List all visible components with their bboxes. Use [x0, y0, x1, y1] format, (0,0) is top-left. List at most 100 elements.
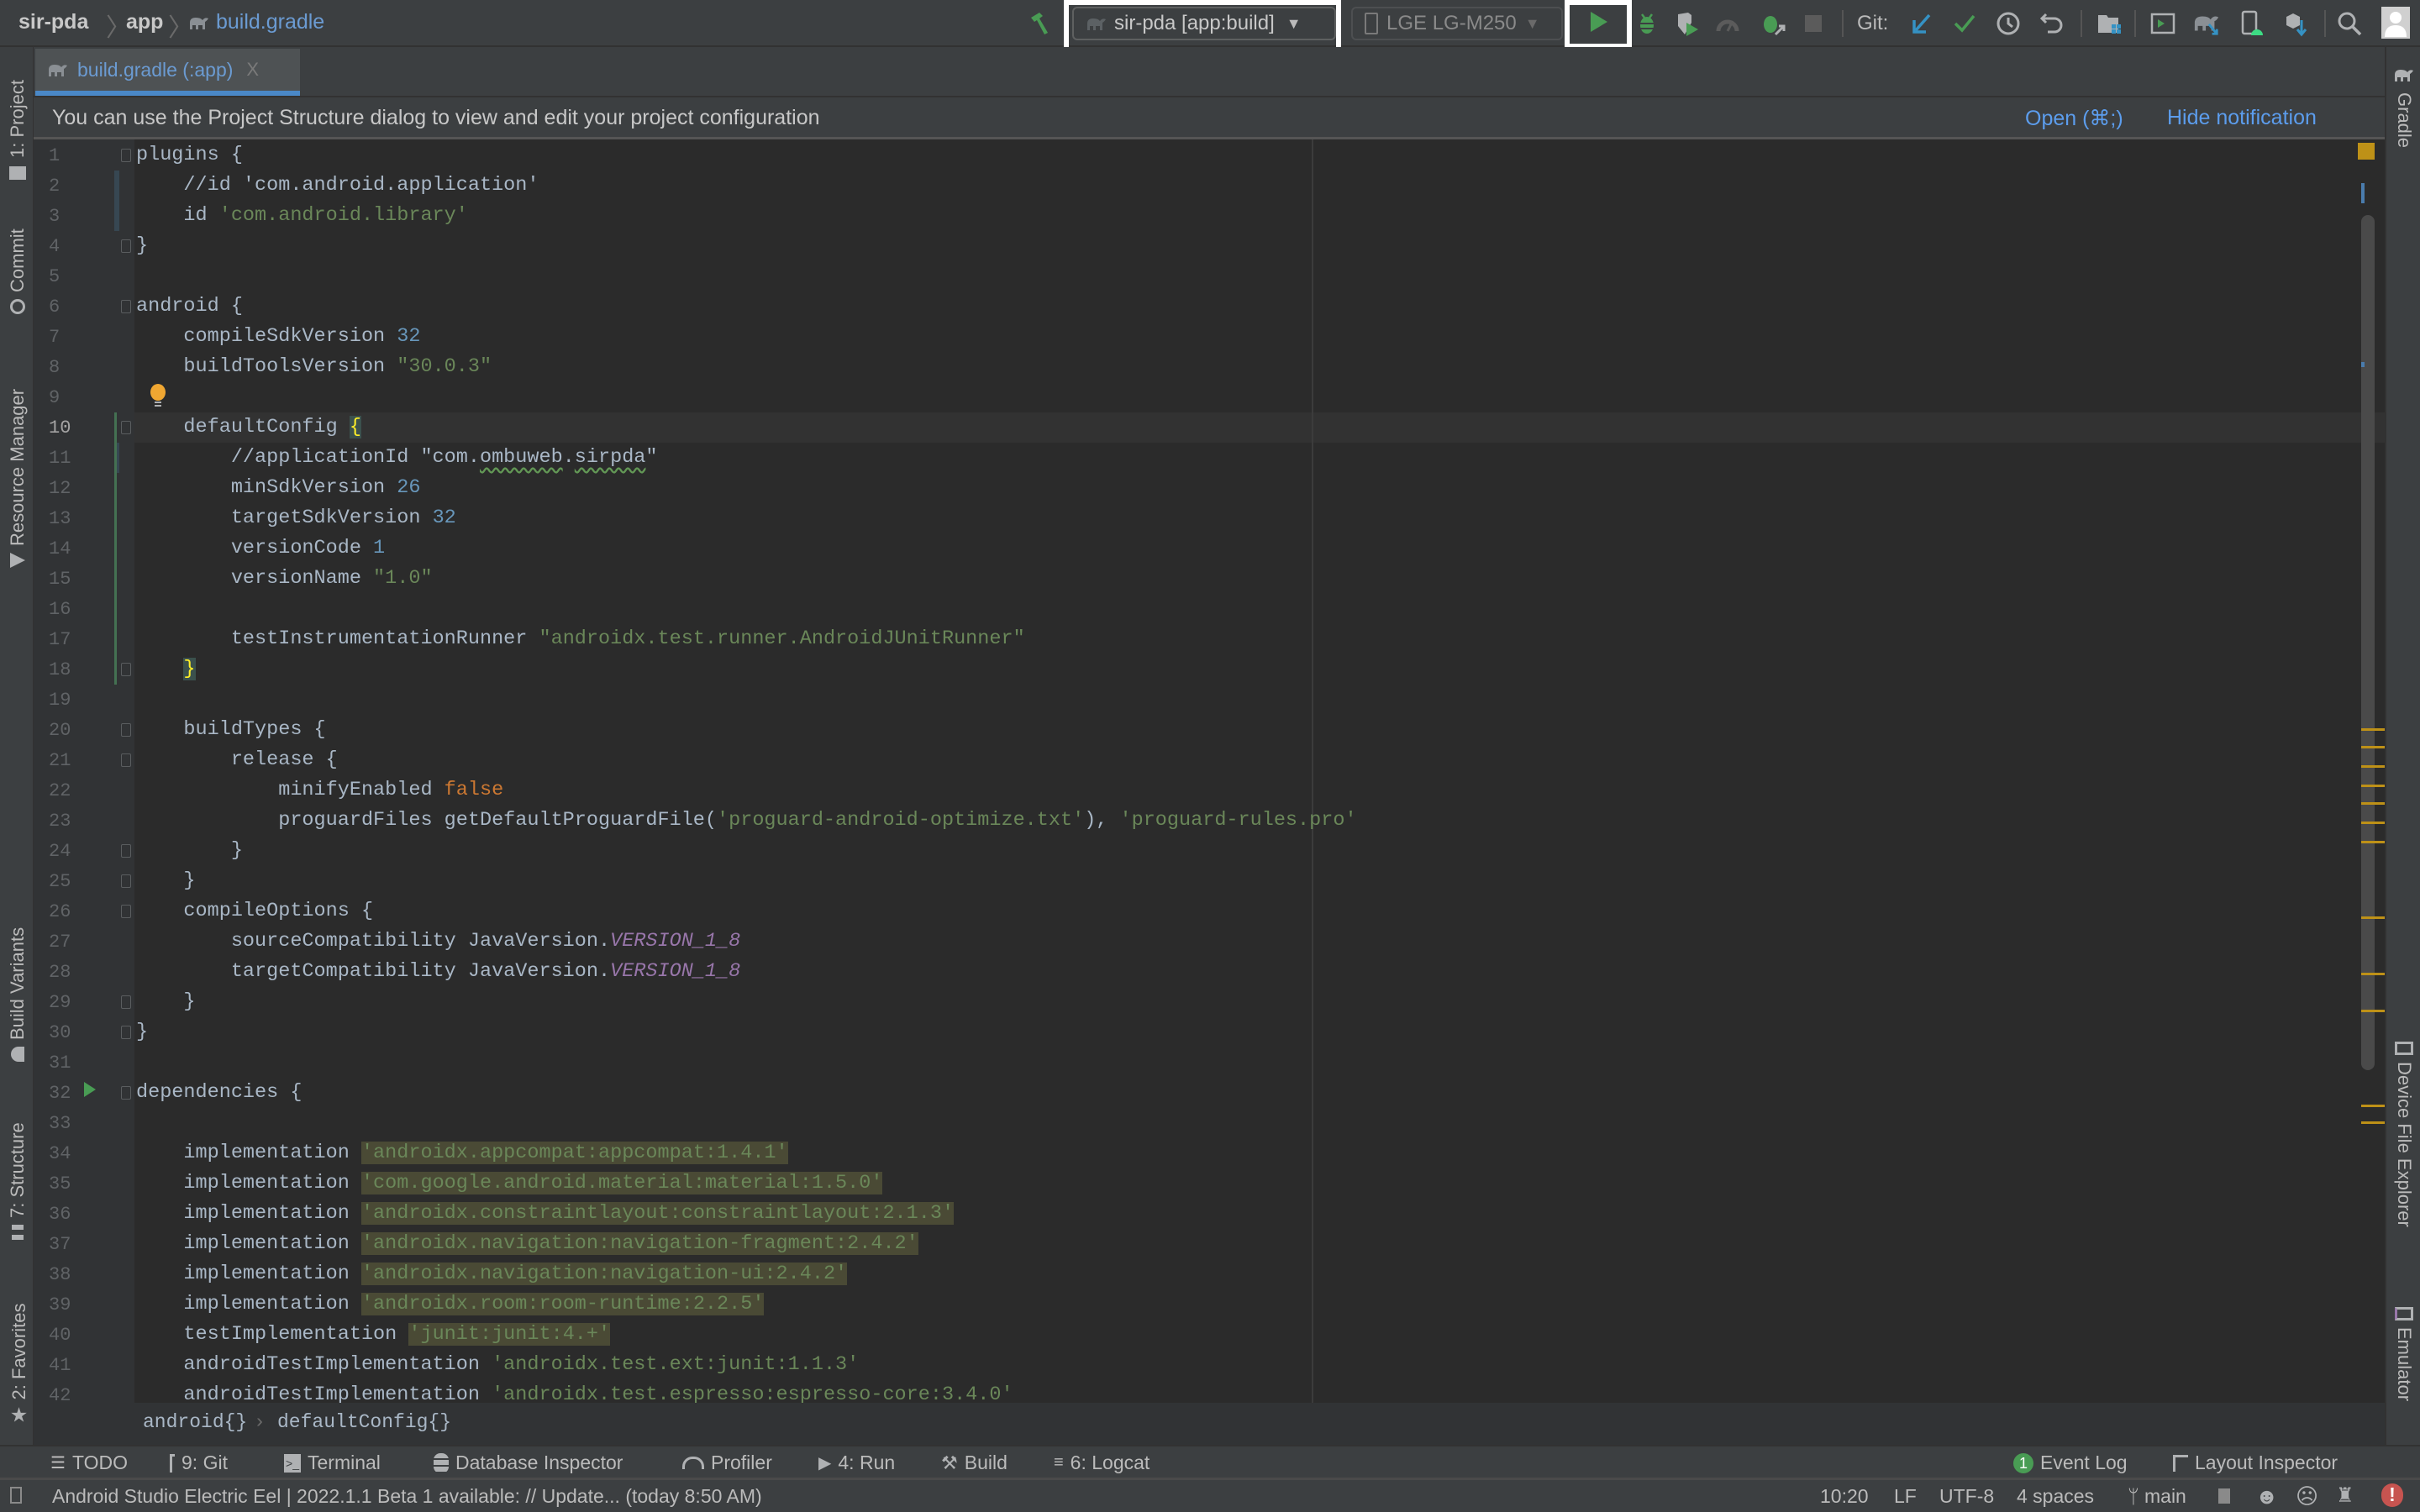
line-number[interactable]: 23 [49, 811, 86, 832]
search-icon[interactable] [2336, 10, 2363, 37]
line-number[interactable]: 32 [49, 1083, 86, 1104]
file-encoding[interactable]: UTF-8 [1939, 1485, 1994, 1508]
tool-window-structure[interactable]: 7: Structure [7, 1122, 29, 1240]
tool-window-event-log[interactable]: 1 Event Log [2013, 1452, 2128, 1474]
code-line[interactable]: compileSdkVersion 32 [136, 322, 420, 352]
tool-window-todo[interactable]: ☰ TODO [50, 1452, 128, 1474]
line-number[interactable]: 20 [49, 720, 86, 741]
user-avatar-icon[interactable] [2381, 7, 2410, 39]
warning-stripe-marker[interactable] [2361, 765, 2385, 768]
device-dropdown[interactable]: LGE LG-M250 ▼ [1351, 7, 1563, 40]
fold-marker[interactable] [121, 421, 131, 434]
line-number[interactable]: 35 [49, 1173, 86, 1194]
fold-marker[interactable] [121, 874, 131, 888]
line-number[interactable]: 1 [49, 145, 86, 166]
line-number[interactable]: 36 [49, 1204, 86, 1225]
code-line[interactable]: buildToolsVersion "30.0.3" [136, 352, 492, 382]
warning-stripe-marker[interactable] [2361, 746, 2385, 748]
tool-window-database-inspector[interactable]: Database Inspector [434, 1452, 623, 1474]
line-number[interactable]: 18 [49, 659, 86, 680]
warning-stripe-marker[interactable] [2361, 785, 2385, 787]
device-manager-icon[interactable] [2238, 10, 2265, 37]
tool-window-build-variants[interactable]: Build Variants [7, 927, 29, 1062]
fold-marker[interactable] [121, 995, 131, 1009]
breadcrumb-file[interactable]: build.gradle [188, 10, 324, 34]
tool-window-favorites[interactable]: ★ 2: Favorites [7, 1304, 31, 1427]
git-branch[interactable]: main [2144, 1485, 2186, 1508]
tool-window-terminal[interactable]: >_ Terminal [284, 1452, 381, 1474]
warning-stripe-marker[interactable] [2361, 973, 2385, 975]
line-number[interactable]: 8 [49, 357, 86, 378]
avd-manager-icon[interactable] [2149, 10, 2176, 37]
line-number[interactable]: 12 [49, 478, 86, 499]
fold-marker[interactable] [121, 149, 131, 162]
run-gutter-icon[interactable] [82, 1080, 97, 1103]
tool-window-layout-inspector[interactable]: Layout Inspector [2173, 1452, 2338, 1474]
error-indicator-icon[interactable]: ! [2381, 1483, 2403, 1507]
fold-marker[interactable] [121, 753, 131, 767]
warning-stripe-marker[interactable] [2361, 802, 2385, 805]
line-number[interactable]: 30 [49, 1022, 86, 1043]
line-number[interactable]: 6 [49, 297, 86, 318]
stop-icon[interactable] [1800, 10, 1827, 37]
tool-window-profiler[interactable]: Profiler [682, 1452, 772, 1474]
line-number[interactable]: 10 [49, 417, 86, 438]
line-number[interactable]: 13 [49, 508, 86, 529]
code-line[interactable]: defaultConfig { [136, 412, 361, 443]
code-breadcrumb-android[interactable]: android{} [143, 1411, 247, 1433]
git-update-icon[interactable] [1907, 10, 1934, 37]
toggle-tool-windows-icon[interactable] [10, 1487, 22, 1504]
project-structure-icon[interactable] [2096, 10, 2123, 37]
tool-window-device-file-explorer[interactable]: Device File Explorer [2393, 1042, 2415, 1227]
breadcrumb-project[interactable]: sir-pda [18, 10, 88, 34]
line-number[interactable]: 15 [49, 569, 86, 590]
code-line[interactable]: minSdkVersion 26 [136, 473, 421, 503]
code-line[interactable]: implementation 'androidx.constraintlayou… [136, 1199, 955, 1229]
warning-stripe-marker[interactable] [2361, 822, 2385, 824]
code-line[interactable]: release { [136, 745, 338, 775]
line-number[interactable]: 39 [49, 1294, 86, 1315]
feedback-sad-icon[interactable]: ☹ [2296, 1483, 2318, 1509]
profile-icon[interactable] [1714, 10, 1741, 37]
line-number[interactable]: 19 [49, 690, 86, 711]
line-number[interactable]: 28 [49, 962, 86, 983]
line-number[interactable]: 34 [49, 1143, 86, 1164]
fold-marker[interactable] [121, 663, 131, 676]
code-line[interactable]: testInstrumentationRunner "androidx.test… [136, 624, 1025, 654]
code-line[interactable]: implementation 'androidx.room:room-runti… [136, 1289, 765, 1320]
line-number[interactable]: 17 [49, 629, 86, 650]
code-line[interactable]: } [136, 836, 243, 866]
code-line[interactable]: versionCode 1 [136, 533, 385, 564]
line-number[interactable]: 24 [49, 841, 86, 862]
hammer-icon[interactable] [1027, 10, 1054, 37]
fold-marker[interactable] [121, 905, 131, 918]
vcs-change-marker[interactable] [114, 171, 119, 231]
inspection-status-icon[interactable] [2358, 143, 2375, 160]
tool-window-resource-manager[interactable]: Resource Manager [7, 389, 29, 568]
fold-marker[interactable] [121, 844, 131, 858]
line-number[interactable]: 3 [49, 206, 86, 227]
debug-icon[interactable] [1634, 10, 1660, 37]
line-number[interactable]: 29 [49, 992, 86, 1013]
code-line[interactable]: implementation 'androidx.navigation:navi… [136, 1229, 918, 1259]
code-line[interactable]: targetCompatibility JavaVersion.VERSION_… [136, 957, 740, 987]
tool-window-build[interactable]: ⚒ Build [941, 1452, 1007, 1474]
line-number[interactable]: 7 [49, 327, 86, 348]
line-number[interactable]: 31 [49, 1053, 86, 1074]
git-commit-icon[interactable] [1951, 10, 1978, 37]
line-number[interactable]: 14 [49, 538, 86, 559]
git-rollback-icon[interactable] [2039, 10, 2065, 37]
code-line[interactable]: compileOptions { [136, 896, 373, 927]
line-separator[interactable]: LF [1894, 1485, 1917, 1508]
coverage-icon[interactable] [1674, 10, 1701, 37]
change-marker[interactable] [2361, 362, 2365, 367]
code-line[interactable]: } [136, 987, 195, 1017]
tool-window-commit[interactable]: Commit [7, 228, 29, 314]
code-line[interactable]: plugins { [136, 140, 243, 171]
code-line[interactable]: //applicationId "com.ombuweb.sirpda" [136, 443, 658, 473]
tool-window-run[interactable]: ▶ 4: Run [818, 1452, 895, 1474]
gradle-sync-icon[interactable] [2193, 10, 2220, 37]
line-number[interactable]: 9 [49, 387, 86, 408]
git-history-icon[interactable] [1995, 10, 2022, 37]
code-line[interactable]: implementation 'com.google.android.mater… [136, 1168, 883, 1199]
